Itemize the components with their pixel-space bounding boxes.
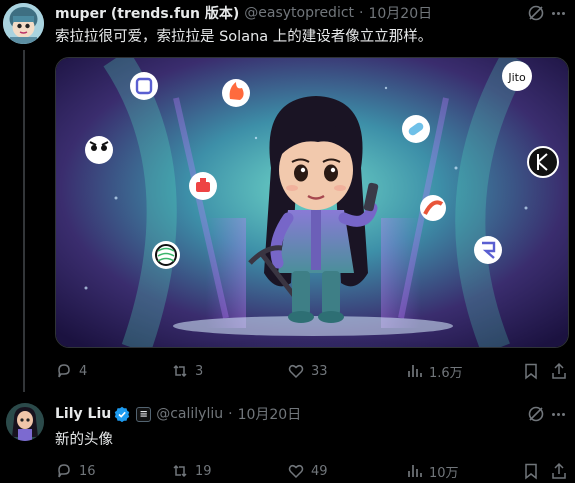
reply-icon [55,362,79,380]
tweet1-share-button[interactable] [550,362,574,380]
tweet1-handle[interactable]: @easytopredict [244,5,354,21]
tweet1-image[interactable]: Jito [55,57,569,348]
tweet2-like-button[interactable]: 49 [287,462,328,480]
tweet2-views-button[interactable]: 10万 [405,462,459,481]
tweet1-views-button[interactable]: 1.6万 [405,362,463,381]
tweet2-display-name[interactable]: Lily Liu [55,406,111,422]
views-icon [405,462,429,480]
tweet1-repost-button[interactable]: 3 [171,362,203,380]
repost-icon [171,462,195,480]
tweet2-repost-button[interactable]: 19 [171,462,212,480]
token-bubble-8 [152,241,180,269]
tweet2-bookmark-button[interactable] [522,462,546,480]
tweet2-share-button[interactable] [550,462,574,480]
token-bubble-1 [130,72,158,100]
share-icon [550,462,574,480]
like-icon [287,362,311,380]
tweet1-bookmark-button[interactable] [522,362,546,380]
token-bubble-7 [420,195,446,221]
tweet2-repost-count: 19 [195,463,212,479]
verified-icon [114,406,130,423]
tweet2-action-bar: 16 19 49 10万 [55,460,567,482]
tweet2-date[interactable]: 10月20日 [238,404,302,424]
token-bubble-3 [85,136,113,164]
tweet2-text: 新的头像 [55,432,113,448]
views-icon [405,362,429,380]
avatar-muper[interactable] [3,3,44,44]
token-bubble-jito: Jito [502,61,532,91]
tweet1-reply-count: 4 [79,363,88,379]
tweet2-reply-count: 16 [79,463,96,479]
repost-icon [171,362,195,380]
grok-icon[interactable] [527,4,545,22]
affiliate-badge[interactable]: ≡ [136,406,152,422]
tweet2-reply-button[interactable]: 16 [55,462,96,480]
token-bubble-2 [222,79,250,107]
more-icon[interactable] [549,4,567,22]
token-bubble-5 [189,172,217,200]
share-icon [550,362,574,380]
grok-icon[interactable] [527,405,545,423]
svg-text:Jito: Jito [507,71,526,84]
like-icon [287,462,311,480]
reply-icon [55,462,79,480]
tweet1-repost-count: 3 [195,363,204,379]
tweet1-text: 索拉拉很可爱，索拉拉是 Solana 上的建设者像立立那样。 [55,29,433,45]
token-bubble-6 [527,146,559,178]
token-bubble-9 [474,236,502,264]
tweet1-display-name[interactable]: muper (trends.fun 版本) [55,3,239,23]
tweet1-reply-button[interactable]: 4 [55,362,87,380]
token-bubble-4 [402,115,430,143]
thread-connector [23,50,25,392]
tweet1-separator: · [359,5,364,21]
tweet1-like-button[interactable]: 33 [287,362,328,380]
avatar-lily-liu[interactable] [6,403,44,441]
bookmark-icon [522,462,546,480]
tweet1-views-count: 1.6万 [429,365,463,381]
tweet1-header: muper (trends.fun 版本) @easytopredict · 1… [55,3,432,23]
more-icon[interactable] [549,405,567,423]
tweet2-views-count: 10万 [429,465,459,481]
tweet2-like-count: 49 [311,463,328,479]
tweet2-separator: · [228,406,233,422]
tweet1-date[interactable]: 10月20日 [368,3,432,23]
tweet2-handle[interactable]: @calilyliu [156,406,223,422]
tweet1-action-bar: 4 3 33 1.6万 [55,360,567,382]
bookmark-icon [522,362,546,380]
tweet1-like-count: 33 [311,363,328,379]
tweet2-header: Lily Liu ≡ @calilyliu · 10月20日 [55,404,301,424]
